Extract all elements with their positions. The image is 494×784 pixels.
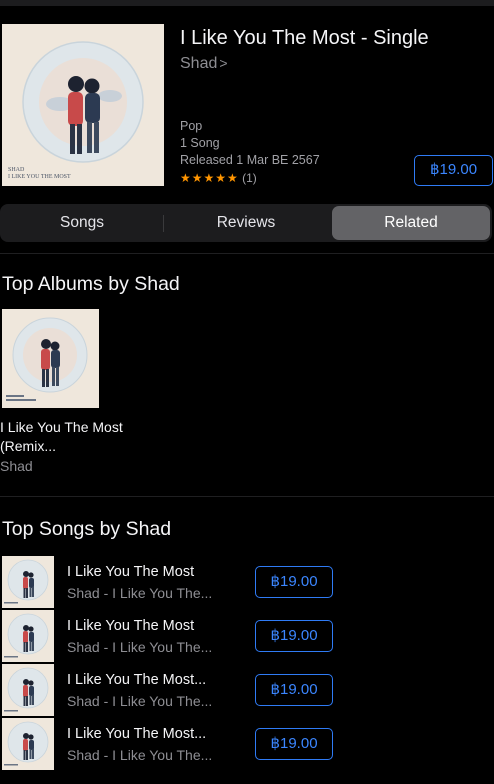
song-title: I Like You The Most... — [67, 672, 207, 688]
album-card-artist: Shad — [0, 458, 33, 474]
divider — [0, 253, 494, 254]
song-row[interactable]: I Like You The Most... Shad - I Like You… — [0, 664, 494, 718]
cover-illustration — [22, 41, 144, 163]
song-row[interactable]: I Like You The Most Shad - I Like You Th… — [0, 610, 494, 664]
top-songs-heading: Top Songs by Shad — [2, 518, 172, 540]
song-subtitle: Shad - I Like You The... — [67, 693, 213, 709]
chevron-right-icon: > — [219, 55, 228, 71]
segmented-control: Songs Reviews Related — [0, 204, 492, 242]
tab-songs[interactable]: Songs — [2, 206, 162, 240]
song-row[interactable]: I Like You The Most... Shad - I Like You… — [0, 718, 494, 772]
buy-album-button[interactable]: ฿19.00 — [414, 155, 493, 186]
star-rating-icon: ★★★★★ — [180, 171, 239, 185]
tab-reviews[interactable]: Reviews — [165, 206, 327, 240]
genre-label: Pop — [180, 119, 203, 133]
album-card-name[interactable]: I Like You The Most (Remix... — [0, 418, 140, 456]
song-artwork — [2, 610, 54, 662]
buy-song-button[interactable]: ฿19.00 — [255, 620, 333, 652]
tab-related[interactable]: Related — [332, 206, 490, 240]
status-bar-strip — [0, 0, 494, 6]
song-row[interactable]: I Like You The Most Shad - I Like You Th… — [0, 556, 494, 610]
song-art-illustration — [4, 613, 49, 658]
rating: ★★★★★ (1) — [180, 171, 257, 185]
song-art-illustration — [4, 559, 49, 604]
song-subtitle: Shad - I Like You The... — [67, 585, 213, 601]
song-art-illustration — [4, 667, 49, 712]
song-title: I Like You The Most — [67, 618, 195, 634]
buy-song-button[interactable]: ฿19.00 — [255, 728, 333, 760]
artist-name: Shad — [180, 55, 218, 72]
album-card-cover[interactable] — [2, 309, 99, 408]
song-subtitle: Shad - I Like You The... — [67, 639, 213, 655]
song-subtitle: Shad - I Like You The... — [67, 747, 213, 763]
top-albums-heading: Top Albums by Shad — [2, 273, 180, 295]
release-date-label: Released 1 Mar BE 2567 — [180, 153, 320, 167]
album-cover-art[interactable]: SHAD I LIKE YOU THE MOST — [2, 24, 164, 186]
song-art-illustration — [4, 721, 49, 766]
rating-count: (1) — [242, 171, 257, 185]
segment-divider — [163, 215, 164, 232]
song-count-label: 1 Song — [180, 136, 220, 150]
cover-label: SHAD I LIKE YOU THE MOST — [8, 167, 71, 180]
album-card-illustration — [6, 317, 88, 401]
divider — [0, 496, 494, 497]
song-title: I Like You The Most — [67, 564, 195, 580]
buy-song-button[interactable]: ฿19.00 — [255, 674, 333, 706]
album-title: I Like You The Most - Single — [180, 27, 429, 49]
artist-link[interactable]: Shad > — [180, 55, 228, 73]
buy-song-button[interactable]: ฿19.00 — [255, 566, 333, 598]
song-title: I Like You The Most... — [67, 726, 207, 742]
song-artwork — [2, 556, 54, 608]
album-header: SHAD I LIKE YOU THE MOST I Like You The M… — [0, 22, 494, 190]
song-artwork — [2, 664, 54, 716]
song-artwork — [2, 718, 54, 770]
